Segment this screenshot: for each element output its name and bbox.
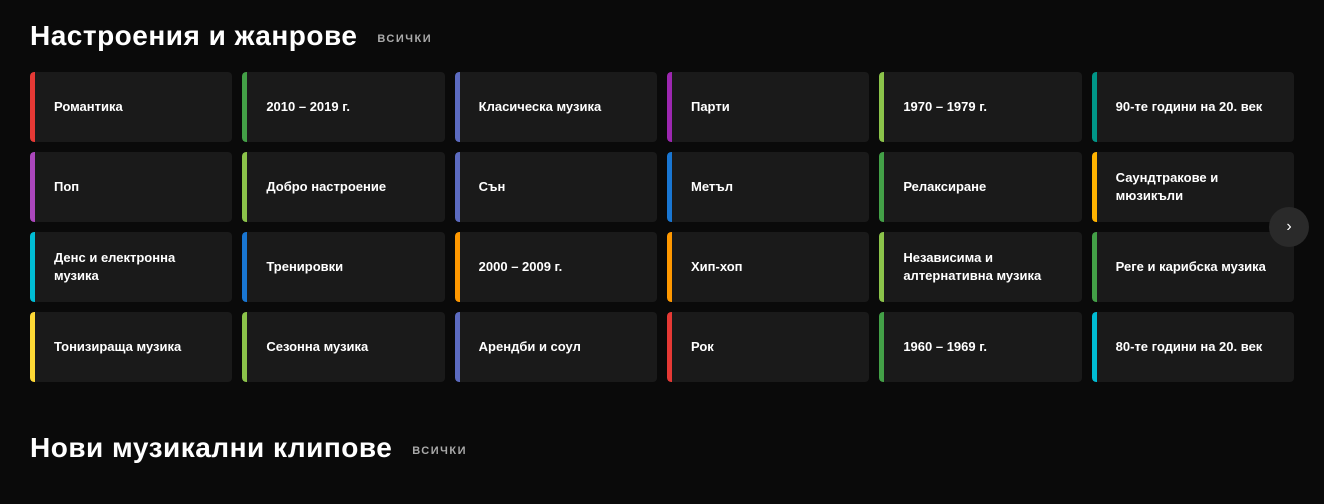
section1-all-link[interactable]: ВСИЧКИ bbox=[377, 27, 432, 45]
genre-card-label: Тренировки bbox=[262, 258, 343, 276]
genre-card[interactable]: Тренировки bbox=[242, 232, 444, 302]
genre-card[interactable]: Метъл bbox=[667, 152, 869, 222]
genre-card[interactable]: Релаксиране bbox=[879, 152, 1081, 222]
section-new-videos: Нови музикални клипове ВСИЧКИ bbox=[30, 432, 1294, 464]
genre-grid: Романтика 2010 – 2019 г. Класическа музика… bbox=[30, 72, 1294, 382]
genre-card-label: 90-те години на 20. век bbox=[1112, 98, 1263, 116]
next-button[interactable]: › bbox=[1269, 207, 1309, 247]
genre-card-label: Тонизираща музика bbox=[50, 338, 181, 356]
genre-card[interactable]: 1970 – 1979 г. bbox=[879, 72, 1081, 142]
genre-card[interactable]: Тонизираща музика bbox=[30, 312, 232, 382]
genre-card[interactable]: Рок bbox=[667, 312, 869, 382]
genre-card-label: Парти bbox=[687, 98, 730, 116]
genre-grid-wrapper: Романтика 2010 – 2019 г. Класическа музика… bbox=[30, 72, 1294, 382]
genre-card[interactable]: Сезонна музика bbox=[242, 312, 444, 382]
genre-card[interactable]: 90-те години на 20. век bbox=[1092, 72, 1294, 142]
genre-card[interactable]: Независима и алтернативна музика bbox=[879, 232, 1081, 302]
genre-card-label: Романтика bbox=[50, 98, 123, 116]
genre-card-label: Саундтракове и мюзикъли bbox=[1112, 169, 1278, 204]
genre-card[interactable]: 2010 – 2019 г. bbox=[242, 72, 444, 142]
genre-card[interactable]: 80-те години на 20. век bbox=[1092, 312, 1294, 382]
genre-card[interactable]: Арендби и соул bbox=[455, 312, 657, 382]
genre-card[interactable]: 1960 – 1969 г. bbox=[879, 312, 1081, 382]
genre-card[interactable]: Хип-хоп bbox=[667, 232, 869, 302]
genre-card[interactable]: Класическа музика bbox=[455, 72, 657, 142]
genre-card-label: Независима и алтернативна музика bbox=[899, 249, 1065, 284]
section1-title: Настроения и жанрове bbox=[30, 20, 357, 52]
genre-card[interactable]: Романтика bbox=[30, 72, 232, 142]
genre-card-label: Сън bbox=[475, 178, 506, 196]
genre-card-label: 2000 – 2009 г. bbox=[475, 258, 563, 276]
genre-card[interactable]: Денс и електронна музика bbox=[30, 232, 232, 302]
section2-header: Нови музикални клипове ВСИЧКИ bbox=[30, 432, 1294, 464]
genre-card-label: 1970 – 1979 г. bbox=[899, 98, 987, 116]
section2-all-link[interactable]: ВСИЧКИ bbox=[412, 439, 467, 457]
genre-card-label: Добро настроение bbox=[262, 178, 386, 196]
genre-card-label: Релаксиране bbox=[899, 178, 986, 196]
genre-card-label: Поп bbox=[50, 178, 79, 196]
genre-card[interactable]: Сън bbox=[455, 152, 657, 222]
genre-card-label: Метъл bbox=[687, 178, 733, 196]
genre-card-label: Класическа музика bbox=[475, 98, 602, 116]
genre-card-label: 80-те години на 20. век bbox=[1112, 338, 1263, 356]
genre-card[interactable]: Поп bbox=[30, 152, 232, 222]
genre-card-label: Арендби и соул bbox=[475, 338, 581, 356]
genre-card[interactable]: Саундтракове и мюзикъли bbox=[1092, 152, 1294, 222]
genre-card-label: Сезонна музика bbox=[262, 338, 368, 356]
section1-header: Настроения и жанрове ВСИЧКИ bbox=[30, 20, 1294, 52]
section2-title: Нови музикални клипове bbox=[30, 432, 392, 464]
genre-card[interactable]: Парти bbox=[667, 72, 869, 142]
genre-card-label: Денс и електронна музика bbox=[50, 249, 216, 284]
genre-card[interactable]: Реге и карибска музика bbox=[1092, 232, 1294, 302]
genre-card-label: 1960 – 1969 г. bbox=[899, 338, 987, 356]
genre-card-label: 2010 – 2019 г. bbox=[262, 98, 350, 116]
genre-card-label: Хип-хоп bbox=[687, 258, 743, 276]
genre-card-label: Рок bbox=[687, 338, 714, 356]
genre-card-label: Реге и карибска музика bbox=[1112, 258, 1266, 276]
section-moods: Настроения и жанрове ВСИЧКИ Романтика 201… bbox=[30, 20, 1294, 382]
genre-card[interactable]: Добро настроение bbox=[242, 152, 444, 222]
genre-card[interactable]: 2000 – 2009 г. bbox=[455, 232, 657, 302]
